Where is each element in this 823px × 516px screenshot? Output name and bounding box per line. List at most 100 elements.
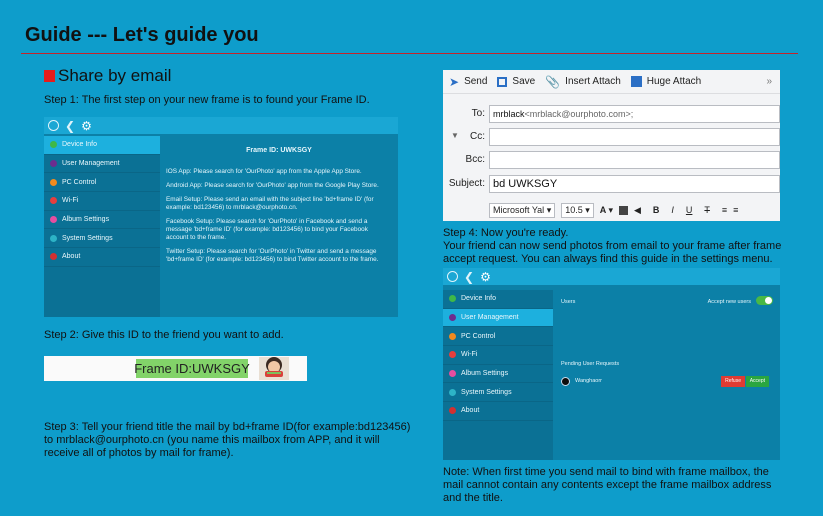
user-management-icon (50, 160, 57, 168)
sidebar-item-label: Album Settings (461, 370, 509, 378)
sidebar-item-pc-control[interactable]: PC Control (44, 173, 160, 193)
subject-field[interactable]: bd UWKSGY (489, 175, 780, 193)
sidebar-item-label: PC Control (62, 178, 97, 186)
bold-icon[interactable]: B (653, 205, 660, 215)
save-button[interactable]: Save (497, 76, 535, 87)
sidebar-item-wifi[interactable]: Wi-Fi (443, 346, 553, 365)
frame-id-screen: ❮ ⚙ Device Info User Management PC Contr… (44, 117, 398, 317)
sidebar-item-label: Wi-Fi (461, 351, 478, 359)
sidebar-item-label: About (62, 253, 81, 261)
back-icon[interactable]: ❮ (464, 271, 474, 283)
accept-button[interactable]: Accept (745, 375, 769, 387)
huge-attach-button[interactable]: Huge Attach (630, 76, 701, 87)
sidebar-item-label: System Settings (62, 234, 113, 242)
step-4-line: Step 4: Now you're ready. (443, 227, 569, 239)
highlight-icon[interactable] (618, 205, 628, 215)
email-toolbar: ➤ Send Save 📎 Insert Attach Huge Attach » (443, 70, 780, 94)
pending-user-row: Wanghaorr Refuse Accept (561, 374, 773, 388)
about-icon (50, 253, 57, 261)
font-size-select[interactable]: 10.5 ▾ (561, 202, 594, 218)
about-icon (449, 407, 456, 415)
step-4-line: accept request. You can always find this… (443, 253, 773, 265)
insert-attach-label: Insert Attach (565, 76, 621, 87)
accept-new-users-label: Accept new users (707, 299, 751, 305)
save-icon (497, 76, 508, 87)
note-line: and the title. (443, 492, 503, 504)
step-1-text: Step 1: The first step on your new frame… (44, 94, 370, 106)
send-button[interactable]: ➤ Send (449, 75, 487, 89)
save-label: Save (512, 76, 536, 87)
step-2-text: Step 2: Give this ID to the friend you w… (44, 329, 284, 341)
sidebar-item-user-management[interactable]: User Management (44, 155, 160, 174)
bcc-field[interactable] (489, 151, 780, 169)
info-twitter: Twitter Setup: Please search for 'OurPho… (166, 248, 379, 263)
sidebar-item-label: Device Info (62, 141, 98, 149)
note-line: Note: When first time you send mail to b… (443, 466, 769, 478)
user-avatar-icon (561, 376, 570, 386)
album-settings-icon (50, 216, 57, 224)
frame-id-heading: Frame ID: UWKSGY (246, 147, 312, 154)
refuse-button[interactable]: Refuse (721, 375, 745, 387)
device-info-icon (50, 141, 57, 149)
email-compose-window: ➤ Send Save 📎 Insert Attach Huge Attach » … (443, 70, 780, 221)
more-toolbar-button[interactable]: » (766, 76, 772, 87)
sidebar-item-system-settings[interactable]: System Settings (44, 229, 160, 249)
huge-attach-icon (630, 76, 642, 87)
home-icon[interactable] (447, 271, 458, 282)
system-settings-icon (449, 388, 456, 396)
bcc-label: Bcc: (465, 154, 485, 165)
back-icon[interactable]: ❮ (65, 120, 75, 132)
step-4-line: Your friend can now send photos from ema… (443, 240, 782, 252)
info-facebook: Facebook Setup: Please search for 'OurPh… (166, 218, 368, 241)
step-4-text: Step 4: Now you're ready. Your friend ca… (443, 227, 781, 266)
sidebar-item-about[interactable]: About (44, 248, 160, 267)
sidebar-item-system-settings[interactable]: System Settings (443, 383, 553, 403)
frame-id-strip: Frame ID:UWKSGY (44, 356, 307, 381)
frame-id-info: Frame ID: UWKSGY IOS App: Please search … (166, 147, 392, 264)
accept-new-users-toggle[interactable] (756, 296, 773, 305)
pending-user-name: Wanghaorr (575, 378, 603, 384)
users-content: Users Accept new users Pending User Requ… (561, 296, 773, 388)
wifi-icon (449, 351, 456, 359)
sidebar-item-pc-control[interactable]: PC Control (443, 327, 553, 347)
list-icon[interactable]: ≡ (722, 205, 727, 215)
home-icon[interactable] (48, 120, 59, 131)
sidebar-item-about[interactable]: About (443, 402, 553, 421)
to-address: <mrblack@ourphoto.com>; (524, 109, 634, 119)
album-settings-icon (449, 370, 456, 378)
pending-requests-label: Pending User Requests (561, 361, 620, 367)
device-info-icon (449, 295, 456, 303)
sidebar-item-label: Wi-Fi (62, 197, 79, 205)
sidebar-item-wifi[interactable]: Wi-Fi (44, 192, 160, 211)
underline-icon[interactable]: U (686, 205, 693, 215)
sidebar-item-user-management[interactable]: User Management (443, 308, 553, 328)
gear-icon[interactable]: ⚙ (480, 271, 491, 283)
cc-field[interactable] (489, 128, 780, 146)
sidebar-item-label: About (461, 407, 480, 415)
font-size-value: 10.5 (565, 204, 583, 215)
title-divider (21, 53, 798, 54)
font-color-icon[interactable]: A ▾ (600, 205, 613, 216)
font-name-select[interactable]: Microsoft Yal ▾ (489, 202, 556, 218)
sidebar-item-album-settings[interactable]: Album Settings (44, 211, 160, 230)
step-3-text: Step 3: Tell your friend title the mail … (44, 421, 410, 460)
indent-icon[interactable]: ≡ (733, 205, 738, 215)
info-android: Android App: Please search for 'OurPhoto… (166, 182, 379, 189)
sidebar-item-device-info[interactable]: Device Info (44, 136, 160, 155)
step-3-line: Step 3: Tell your friend title the mail … (44, 421, 411, 433)
cc-label: Cc: (470, 131, 485, 142)
italic-icon[interactable]: I (671, 205, 674, 215)
info-ios: IOS App: Please search for 'OurPhoto' ap… (166, 168, 362, 175)
strikethrough-icon[interactable]: T (704, 205, 710, 215)
send-label: Send (464, 76, 488, 87)
gear-icon[interactable]: ⚙ (81, 120, 92, 132)
info-email: Email Setup: Please send an email with t… (166, 196, 374, 211)
insert-attach-button[interactable]: 📎 Insert Attach (545, 75, 621, 89)
sidebar-item-album-settings[interactable]: Album Settings (443, 365, 553, 384)
to-field[interactable]: mrblack<mrblack@ourphoto.com>; (489, 105, 780, 123)
sidebar-item-device-info[interactable]: Device Info (443, 290, 553, 309)
back-arrow-icon[interactable]: ◀ (634, 205, 641, 216)
sidebar-item-label: User Management (461, 314, 519, 322)
sidebar-item-label: System Settings (461, 388, 512, 396)
sidebar-item-label: User Management (62, 160, 120, 168)
